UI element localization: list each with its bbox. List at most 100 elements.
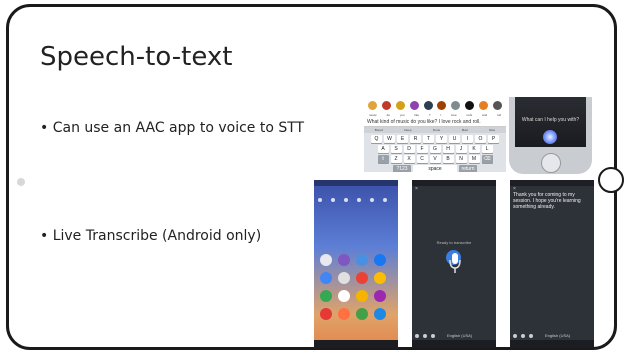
key[interactable]: K <box>468 145 480 153</box>
key[interactable]: G <box>429 145 441 153</box>
aac-symbol-icon[interactable] <box>423 100 433 110</box>
language-label: English (USA) <box>447 333 473 338</box>
key[interactable]: H <box>442 145 454 153</box>
siri-orb-icon <box>543 130 557 144</box>
aac-symbol-bar <box>364 97 506 113</box>
key[interactable]: N <box>455 155 467 163</box>
keyboard-row: ?123 space return <box>364 165 506 172</box>
app-icon[interactable] <box>338 290 350 302</box>
aac-symbol-icon[interactable] <box>492 100 502 110</box>
space-key[interactable]: space <box>413 165 457 172</box>
transcribe-toolbar: English (USA) <box>412 331 496 340</box>
key[interactable]: X <box>403 155 415 163</box>
key[interactable]: P <box>488 135 499 143</box>
key[interactable]: I <box>462 135 473 143</box>
bullet-live-transcribe: • Live Transcribe (Android only) <box>40 228 262 244</box>
return-key[interactable]: return <box>459 165 477 172</box>
keyboard-row: ⇧ Z X C V B N M ⌫ <box>364 155 506 163</box>
transcript-text: Thank you for coming to my session. I ho… <box>513 192 581 210</box>
settings-icon <box>415 333 419 338</box>
home-button-icon <box>541 153 561 173</box>
bullet-aac: • Can use an AAC app to voice to STT <box>40 120 305 136</box>
app-icon[interactable] <box>374 308 386 320</box>
aac-app-image: music do you like? Ilove rock and roll What kin… <box>364 97 506 172</box>
app-icon[interactable] <box>320 308 332 320</box>
key[interactable]: E <box>397 135 408 143</box>
backspace-key[interactable]: ⌫ <box>481 155 493 163</box>
keyboard-row: QWERTYUIOP <box>364 135 506 143</box>
key[interactable]: U <box>449 135 460 143</box>
aac-symbol-icon[interactable] <box>395 100 405 110</box>
app-icon[interactable] <box>374 272 386 284</box>
app-icon[interactable] <box>356 272 368 284</box>
ready-text: Ready to transcribe <box>436 240 472 245</box>
quick-settings-icons <box>318 198 387 202</box>
aac-symbol-icon[interactable] <box>437 100 447 110</box>
pause-icon <box>529 333 533 338</box>
aac-symbol-icon[interactable] <box>368 100 378 110</box>
app-grid <box>320 254 392 320</box>
numbers-key[interactable]: ?123 <box>393 165 411 172</box>
key[interactable]: B <box>442 155 454 163</box>
key[interactable]: Z <box>390 155 402 163</box>
key[interactable]: M <box>468 155 480 163</box>
transcribe-toolbar: English (USA) <box>510 331 594 340</box>
app-icon[interactable] <box>338 254 350 266</box>
app-icon[interactable] <box>356 308 368 320</box>
android-home-screen-image <box>314 180 398 348</box>
nav-bar <box>314 340 398 348</box>
keyboard-icon <box>423 333 427 338</box>
nav-bar <box>510 340 594 348</box>
key[interactable]: S <box>390 145 402 153</box>
aac-symbol-icon[interactable] <box>478 100 488 110</box>
slide-nav-circle-button[interactable] <box>598 167 624 193</box>
key[interactable]: Q <box>371 135 382 143</box>
key[interactable]: J <box>455 145 467 153</box>
app-icon[interactable] <box>374 290 386 302</box>
language-label: English (USA) <box>545 333 571 338</box>
key[interactable]: D <box>403 145 415 153</box>
app-icon[interactable] <box>356 290 368 302</box>
status-bar <box>412 180 496 186</box>
pause-icon <box>431 333 435 338</box>
aac-symbol-icon[interactable] <box>451 100 461 110</box>
aac-suggestion[interactable]: Bored <box>375 127 383 133</box>
key[interactable]: R <box>410 135 421 143</box>
aac-message: What kind of music do you like? I love r… <box>364 118 506 127</box>
app-icon[interactable] <box>320 254 332 266</box>
shift-key[interactable]: ⇧ <box>377 155 389 163</box>
key[interactable]: F <box>416 145 428 153</box>
siri-screen: What can I help you with? <box>515 97 586 147</box>
status-bar <box>510 180 594 186</box>
app-icon[interactable] <box>338 272 350 284</box>
keyboard-icon <box>521 333 525 338</box>
siri-prompt: What can I help you with? <box>521 117 580 123</box>
app-icon[interactable] <box>374 254 386 266</box>
app-icon[interactable] <box>338 308 350 320</box>
app-icon[interactable] <box>356 254 368 266</box>
slide-nav-dot[interactable] <box>17 178 25 186</box>
key[interactable]: C <box>416 155 428 163</box>
key[interactable]: A <box>377 145 389 153</box>
key[interactable]: O <box>475 135 486 143</box>
aac-suggestion[interactable]: Deep <box>404 127 411 133</box>
live-transcribe-ready-image: × Ready to transcribe English (USA) <box>412 180 496 348</box>
aac-suggestion[interactable]: Mad <box>462 127 468 133</box>
aac-suggestion[interactable]: Nice <box>489 127 495 133</box>
app-icon[interactable] <box>320 290 332 302</box>
aac-symbol-icon[interactable] <box>382 100 392 110</box>
key[interactable]: L <box>481 145 493 153</box>
key[interactable]: T <box>423 135 434 143</box>
aac-suggestion[interactable]: Done <box>433 127 440 133</box>
settings-icon <box>513 333 517 338</box>
key[interactable]: W <box>384 135 395 143</box>
aac-symbol-icon[interactable] <box>464 100 474 110</box>
aac-symbol-icon[interactable] <box>409 100 419 110</box>
aac-suggestions: Bored Deep Done Mad Nice <box>364 127 506 133</box>
app-icon[interactable] <box>320 272 332 284</box>
key[interactable]: Y <box>436 135 447 143</box>
siri-phone-image: What can I help you with? <box>509 97 592 174</box>
key[interactable]: V <box>429 155 441 163</box>
aac-keyboard: Q W E R T Y U I O P A S D F G H J K L ⇧ Z X C V B N M ⌫ ?123 space ret… <box>364 135 506 172</box>
close-icon: × <box>415 186 418 192</box>
